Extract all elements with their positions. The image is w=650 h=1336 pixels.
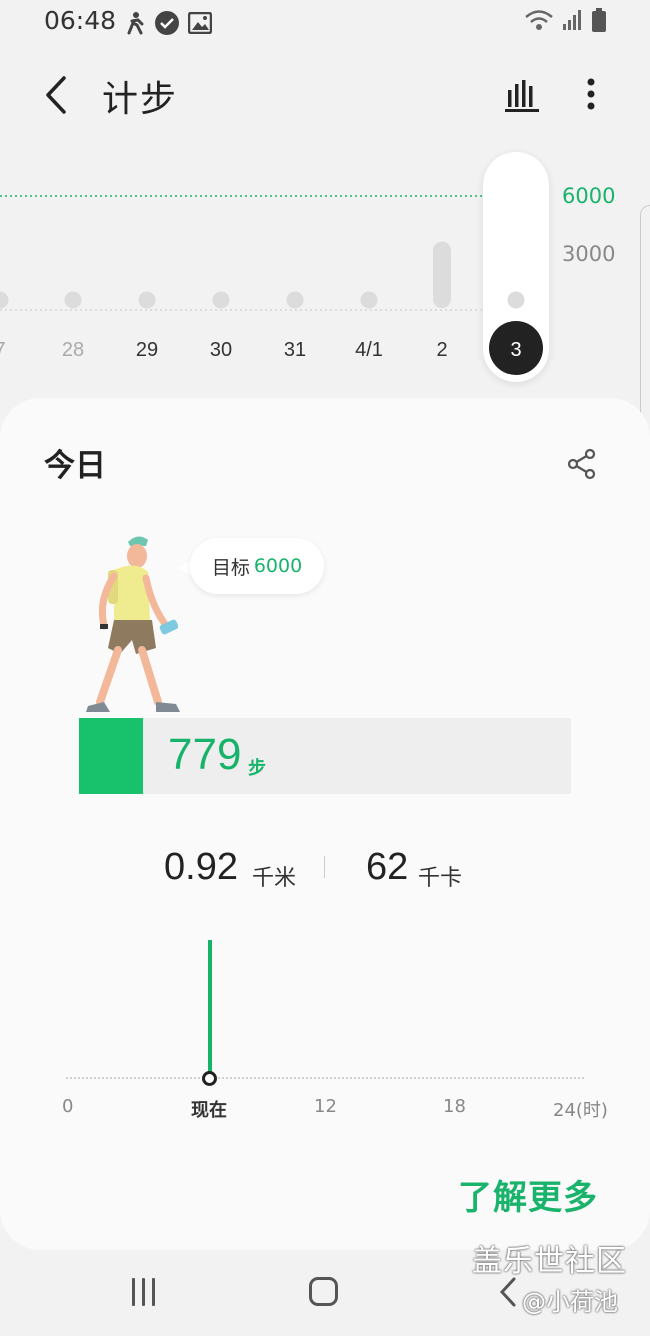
battery-icon	[592, 8, 606, 32]
home-icon[interactable]	[309, 1277, 338, 1306]
timeline-label-18: 18	[443, 1096, 466, 1117]
bar-4/1	[360, 291, 378, 309]
image-icon	[188, 12, 212, 34]
status-right-icons	[524, 8, 606, 32]
page-title: 计步	[102, 79, 179, 120]
learn-more-link[interactable]: 了解更多	[458, 1170, 598, 1219]
date-label-7: 7	[0, 339, 6, 361]
stat-divider	[324, 856, 325, 878]
watermark-author: @小荷池	[522, 1288, 618, 1316]
goal-bubble: 目标 6000	[190, 538, 324, 594]
step-chart[interactable]: 7 28 29 30 31 4/1 2 3	[0, 140, 650, 390]
goal-value: 6000	[253, 555, 303, 577]
back-nav-icon[interactable]	[498, 1276, 518, 1308]
timeline-label-12: 12	[314, 1096, 337, 1117]
date-label-31: 31	[284, 339, 306, 361]
distance-value: 0.92	[164, 846, 238, 888]
calories-value: 62	[366, 846, 409, 888]
recents-icon[interactable]	[128, 1278, 158, 1306]
bar-3	[507, 291, 525, 309]
steps-progress-track	[79, 718, 571, 794]
wifi-icon	[525, 10, 553, 30]
bar-7	[0, 291, 9, 309]
notification-icon	[155, 11, 179, 35]
status-time: 06:48	[44, 6, 117, 35]
mid-axis-label: 3000	[562, 242, 616, 266]
date-label-29: 29	[136, 339, 158, 361]
date-label-30: 30	[210, 339, 232, 361]
date-label-2: 2	[436, 339, 447, 361]
status-left-icons	[124, 10, 212, 36]
timeline-axis	[66, 1077, 584, 1079]
fitness-icon	[127, 12, 144, 35]
goal-axis-label: 6000	[562, 184, 616, 208]
today-title: 今日	[44, 448, 106, 484]
timeline-activity-bar	[208, 940, 212, 1076]
bar-30	[212, 291, 230, 309]
bar-31	[286, 291, 304, 309]
distance-unit: 千米	[252, 866, 297, 891]
bar-chart-icon[interactable]	[502, 74, 542, 114]
date-label-3: 3	[510, 339, 521, 361]
bar-2	[433, 241, 451, 308]
back-icon[interactable]	[38, 72, 78, 118]
timeline-label-now: 现在	[191, 1100, 227, 1121]
timeline-label-24: 24(时)	[553, 1100, 608, 1121]
steps-progress-fill	[79, 718, 143, 794]
timeline-label-0: 0	[62, 1096, 74, 1117]
steps-count: 779	[168, 730, 242, 779]
calories-unit: 千卡	[418, 866, 463, 891]
date-label-4/1: 4/1	[355, 339, 383, 361]
today-card	[0, 398, 650, 1250]
more-vert-icon[interactable]	[576, 74, 606, 114]
signal-icon	[563, 10, 581, 30]
steps-unit: 步	[248, 758, 266, 779]
bar-28	[64, 291, 82, 309]
date-label-28: 28	[62, 339, 84, 361]
walker-illustration	[86, 536, 180, 712]
bar-29	[138, 291, 156, 309]
watermark-title: 盖乐世社区	[472, 1244, 627, 1279]
goal-prefix: 目标	[211, 556, 250, 579]
share-icon[interactable]	[566, 448, 598, 480]
timeline-now-marker	[202, 1071, 217, 1086]
